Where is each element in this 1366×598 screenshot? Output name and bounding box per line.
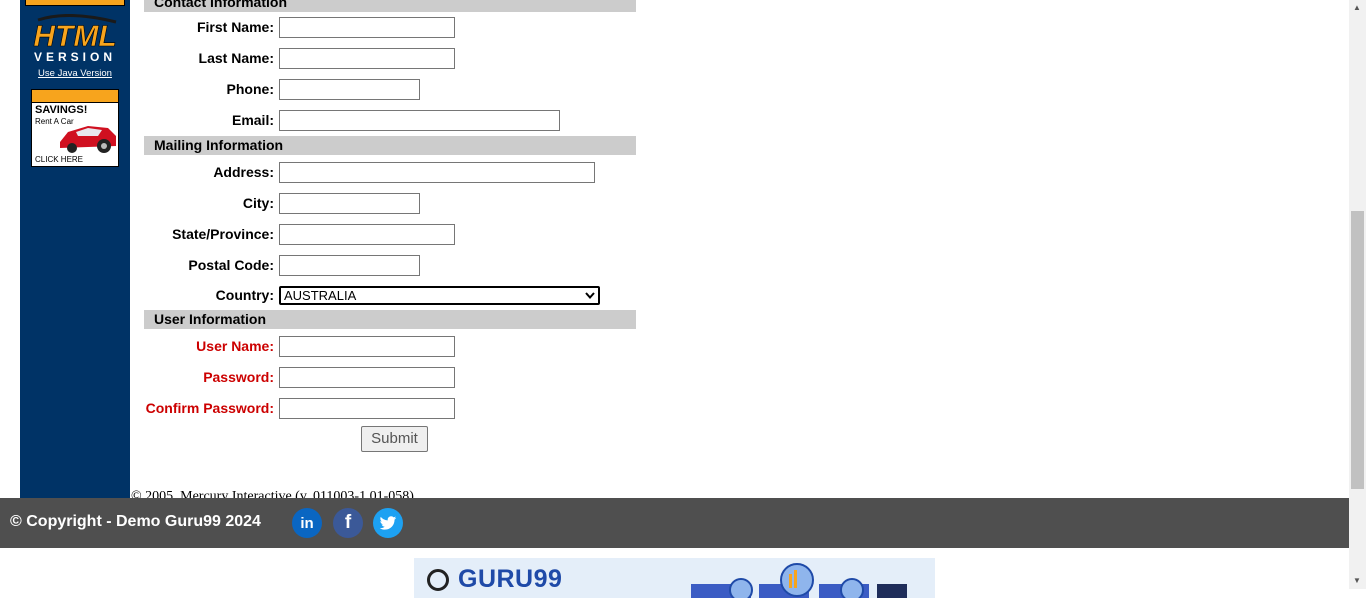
scrollbar-thumb[interactable]: [1351, 211, 1364, 489]
username-label: User Name:: [196, 338, 274, 354]
country-selected-value: AUSTRALIA: [284, 288, 357, 303]
footer-bar: © Copyright - Demo Guru99 2024 in f: [0, 498, 1349, 548]
last-name-label: Last Name:: [198, 50, 274, 66]
rent-a-car-ad[interactable]: SAVINGS! Rent A Car CLICK HERE: [31, 89, 119, 167]
guru99-banner-logo-text: GURU99: [458, 565, 563, 593]
car-icon: [60, 126, 116, 153]
state-province-input[interactable]: [279, 224, 455, 245]
email-label: Email:: [231, 112, 274, 128]
twitter-icon[interactable]: [373, 508, 403, 538]
submit-button[interactable]: Submit: [361, 426, 428, 452]
email-input[interactable]: [279, 110, 560, 131]
first-name-label: First Name:: [196, 19, 274, 35]
html-version-logo: HTML VERSION: [33, 14, 117, 64]
city-input[interactable]: [279, 193, 420, 214]
postal-code-input[interactable]: [279, 255, 420, 276]
confirm-password-label: Confirm Password:: [145, 400, 274, 416]
confirm-password-input[interactable]: [279, 398, 455, 419]
scroll-down-arrow-icon[interactable]: ▼: [1353, 576, 1361, 585]
section-mailing-information: Mailing Information: [144, 136, 636, 155]
guru99-logo-icon: [427, 569, 449, 591]
phone-label: Phone:: [226, 81, 274, 97]
city-label: City:: [242, 195, 274, 211]
password-input[interactable]: [279, 367, 455, 388]
ad-title: SAVINGS!: [35, 104, 88, 116]
country-label: Country:: [215, 287, 274, 303]
phone-input[interactable]: [279, 79, 420, 100]
svg-text:HTML: HTML: [33, 20, 116, 53]
facebook-icon[interactable]: f: [333, 508, 363, 538]
top-banner-fragment[interactable]: [25, 0, 125, 6]
address-input[interactable]: [279, 162, 595, 183]
section-contact-information: Contact Information: [144, 0, 636, 12]
address-label: Address:: [213, 164, 274, 180]
username-input[interactable]: [279, 336, 455, 357]
last-name-input[interactable]: [279, 48, 455, 69]
chevron-down-icon: [585, 292, 595, 300]
linkedin-icon[interactable]: in: [292, 508, 322, 538]
first-name-input[interactable]: [279, 17, 455, 38]
postal-code-label: Postal Code:: [188, 257, 274, 273]
section-user-information: User Information: [144, 310, 636, 329]
svg-text:VERSION: VERSION: [34, 50, 116, 64]
use-java-version-link[interactable]: Use Java Version: [20, 68, 130, 79]
footer-copyright: © Copyright - Demo Guru99 2024: [10, 513, 261, 530]
scroll-up-arrow-icon[interactable]: ▲: [1353, 3, 1361, 12]
country-select[interactable]: AUSTRALIA: [279, 286, 600, 305]
ad-click-here: CLICK HERE: [35, 155, 84, 164]
state-province-label: State/Province:: [172, 226, 274, 242]
left-sidebar: HTML VERSION Use Java Version SAVINGS! R…: [20, 0, 130, 498]
guru99-banner[interactable]: GURU99: [414, 558, 935, 598]
password-label: Password:: [203, 369, 274, 385]
banner-illustration: [691, 563, 907, 598]
